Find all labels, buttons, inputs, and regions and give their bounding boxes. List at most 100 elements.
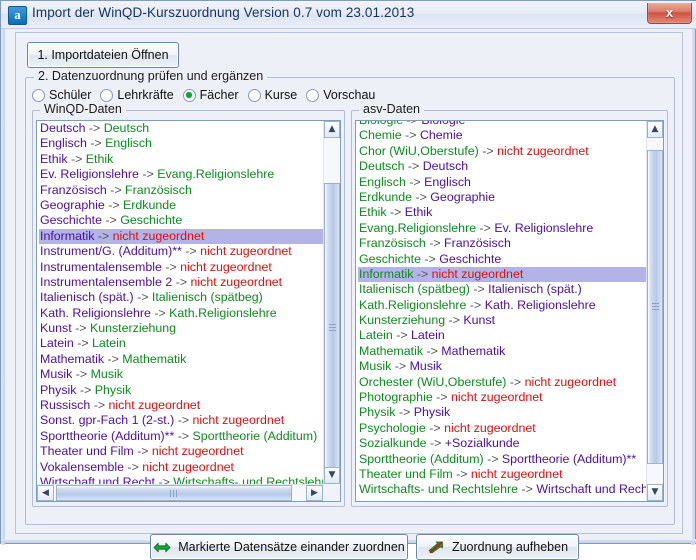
list-item[interactable]: Informatik -> nicht zugeordnet (39, 228, 323, 245)
radio-f-cher[interactable]: Fächer (182, 88, 239, 102)
list-item-target: Geographie (430, 189, 496, 204)
asv-vertical-scrollbar[interactable]: ▲ ▼ (646, 121, 663, 501)
list-item-target: Mathematik (441, 343, 506, 358)
winqd-vertical-scroll-thumb[interactable] (324, 183, 340, 473)
list-item[interactable]: Orchester (WiU,Oberstufe) -> nicht zugeo… (358, 375, 646, 390)
list-item[interactable]: Kunst -> Kunsterziehung (39, 321, 323, 336)
mapping-arrow-icon: -> (86, 136, 106, 151)
list-item[interactable]: Theater und Film -> nicht zugeordnet (39, 444, 323, 459)
list-item[interactable]: Geographie -> Erdkunde (39, 198, 323, 213)
remove-assignment-button[interactable]: Zuordnung aufheben (416, 534, 579, 560)
list-item[interactable]: Englisch -> Englisch (39, 136, 323, 151)
list-item[interactable]: Vokalensemble -> nicht zugeordnet (39, 460, 323, 475)
winqd-data-groupbox: WinQD-Daten Deutsch -> Deutsch Englisch -… (32, 102, 345, 507)
radio-vorschau[interactable]: Vorschau (306, 88, 375, 102)
list-item[interactable]: Kath. Religionslehre -> Kath.Religionsle… (39, 306, 323, 321)
mapping-arrow-icon: -> (181, 244, 201, 259)
list-item[interactable]: Mathematik -> Mathematik (358, 344, 646, 359)
list-item[interactable]: Geschichte -> Geschichte (39, 213, 323, 228)
list-item[interactable]: Musik -> Musik (358, 359, 646, 374)
list-item[interactable]: Italienisch (spät.) -> Italienisch (spät… (39, 290, 323, 305)
list-item[interactable]: Psychologie -> nicht zugeordnet (358, 421, 646, 436)
winqd-listbox[interactable]: Deutsch -> Deutsch Englisch -> Englisch Et… (36, 120, 341, 502)
chevron-up-icon: ▲ (651, 124, 659, 134)
mapping-arrow-icon: -> (432, 390, 451, 405)
list-item[interactable]: Englisch -> Englisch (358, 175, 646, 190)
winqd-data-legend: WinQD-Daten (40, 102, 126, 116)
list-item[interactable]: Instrumentalensemble -> nicht zugeordnet (39, 260, 323, 275)
list-item-target: +Sozialkunde (444, 436, 520, 451)
list-item[interactable]: Instrumentalensemble 2 -> nicht zugeordn… (39, 275, 323, 290)
list-item[interactable]: Physik -> Physik (39, 383, 323, 398)
winqd-list-items: Deutsch -> Deutsch Englisch -> Englisch Et… (39, 121, 323, 484)
list-item[interactable]: Informatik -> nicht zugeordnet (358, 266, 646, 283)
list-item[interactable]: Italienisch (spätbeg) -> Italienisch (sp… (358, 282, 646, 297)
list-item[interactable]: Deutsch -> Deutsch (358, 159, 646, 174)
list-item[interactable]: Geschichte -> Geschichte (358, 252, 646, 267)
radio-lehrkr-fte[interactable]: Lehrkräfte (100, 88, 174, 102)
list-item[interactable]: Mathematik -> Mathematik (39, 352, 323, 367)
mapping-arrow-icon: -> (423, 343, 442, 358)
list-item[interactable]: Instrument/G. (Additum)** -> nicht zugeo… (39, 244, 323, 259)
title-bar[interactable]: a Import der WinQD-Kurszuordnung Version… (1, 1, 696, 29)
winqd-horizontal-scroll-thumb[interactable] (56, 485, 292, 501)
winqd-horizontal-scrollbar[interactable]: ◀ ▶ (37, 484, 323, 501)
winqd-scroll-down-button[interactable]: ▼ (324, 467, 340, 484)
list-item-source: Biologie (359, 121, 403, 127)
list-item-unmapped: nicht zugeordnet (180, 259, 272, 274)
winqd-scroll-up-button[interactable]: ▲ (324, 121, 340, 138)
mapping-arrow-icon: -> (101, 213, 121, 228)
list-item[interactable]: Chor (WiU,Oberstufe) -> nicht zugeordnet (358, 144, 646, 159)
list-item-source: Kunsterziehung (359, 313, 446, 328)
list-item[interactable]: Physik -> Physik (358, 405, 646, 420)
radio-kurse[interactable]: Kurse (247, 88, 297, 102)
mapping-arrow-icon: -> (90, 398, 109, 413)
mapping-arrow-icon: -> (172, 274, 191, 289)
list-item[interactable]: Wirtschafts- und Rechtslehre -> Wirtscha… (358, 482, 646, 497)
list-item[interactable]: Chemie -> Chemie (358, 128, 646, 143)
winqd-scroll-right-button[interactable]: ▶ (306, 485, 323, 501)
winqd-scroll-left-button[interactable]: ◀ (37, 485, 54, 501)
mapping-arrow-icon: -> (426, 436, 445, 451)
list-item[interactable]: Latein -> Latein (358, 328, 646, 343)
list-item[interactable]: Musik -> Musik (39, 367, 323, 382)
list-item[interactable]: Kunsterziehung -> Kunst (358, 313, 646, 328)
close-button[interactable]: x (647, 3, 692, 24)
mapping-arrow-icon: -> (469, 282, 489, 297)
list-item-source: Photographie (359, 390, 433, 405)
dialog-client-area: 1. Importdateien Öffnen 2. Datenzuordnun… (6, 30, 692, 560)
asv-vertical-scroll-thumb[interactable] (647, 150, 663, 464)
list-item[interactable]: Evang.Religionslehre -> Ev. Religionsleh… (358, 221, 646, 236)
list-item[interactable]: Ethik -> Ethik (39, 152, 323, 167)
list-item[interactable]: Latein -> Latein (39, 336, 323, 351)
list-item[interactable]: Photographie -> nicht zugeordnet (358, 390, 646, 405)
list-item[interactable]: Ev. Religionslehre -> Evang.Religionsleh… (39, 167, 323, 182)
mapping-arrow-icon: -> (395, 405, 414, 420)
list-item[interactable]: Französisch -> Französisch (39, 183, 323, 198)
list-item[interactable]: Sozialkunde -> +Sozialkunde (358, 436, 646, 451)
list-item[interactable]: Sporttheorie (Additum)** -> Sporttheorie… (39, 429, 323, 444)
list-item-source: Latein (359, 328, 393, 343)
radio-sch-ler[interactable]: Schüler (32, 88, 91, 102)
list-item[interactable]: Erdkunde -> Geographie (358, 190, 646, 205)
list-item[interactable]: Französisch -> Französisch (358, 236, 646, 251)
winqd-vertical-scrollbar[interactable]: ▲ ▼ (323, 121, 340, 484)
asv-scroll-down-button[interactable]: ▼ (647, 484, 663, 501)
list-item[interactable]: Wirtschaft und Recht -> Wirtschafts- und… (39, 475, 323, 484)
list-item[interactable]: Deutsch -> Deutsch (39, 121, 323, 136)
list-item-target: Musik (90, 367, 123, 382)
asv-scroll-up-button[interactable]: ▲ (647, 121, 663, 138)
list-item[interactable]: Sonst. gpr-Fach 1 (2-st.) -> nicht zugeo… (39, 413, 323, 428)
unassign-button-label: Zuordnung aufheben (451, 540, 569, 554)
list-item[interactable]: Russisch -> nicht zugeordnet (39, 398, 323, 413)
open-import-files-button[interactable]: 1. Importdateien Öffnen (27, 42, 179, 68)
asv-listbox[interactable]: Biologie -> BiologieChemie -> ChemieChor… (355, 120, 664, 502)
list-item[interactable]: Kath.Religionslehre -> Kath. Religionsle… (358, 298, 646, 313)
list-item[interactable]: Theater und Film -> nicht zugeordnet (358, 467, 646, 482)
list-item-unmapped: nicht zugeordnet (470, 466, 563, 481)
mapping-arrow-icon: -> (391, 359, 410, 374)
list-item[interactable]: Sporttheorie (Additum) -> Sporttheorie (… (358, 452, 646, 467)
list-item[interactable]: Ethik -> Ethik (358, 205, 646, 220)
list-item[interactable]: Biologie -> Biologie (358, 121, 646, 128)
assign-selected-records-button[interactable]: Markierte Datensätze einander zuordnen (150, 534, 408, 560)
